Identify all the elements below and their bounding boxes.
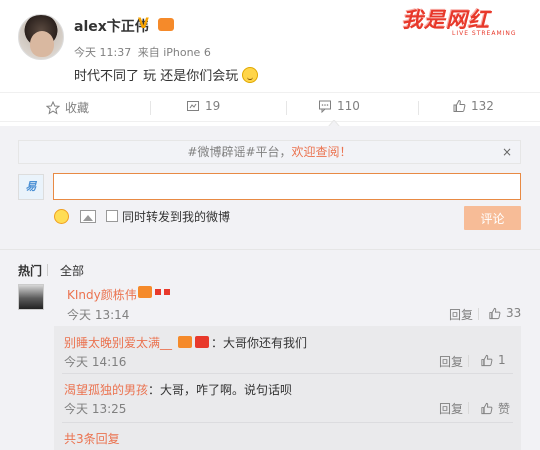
notice-close-icon[interactable]: × xyxy=(502,141,512,163)
action-divider xyxy=(286,101,287,115)
reply-text: ：大哥你还有我们 xyxy=(211,336,308,350)
comment-like-count: 33 xyxy=(506,306,522,320)
like-count: 132 xyxy=(471,99,494,113)
repost-button[interactable]: 19 xyxy=(186,99,220,113)
reply-time: 今天 13:25 xyxy=(64,402,127,416)
commenter-name[interactable]: KIndy颜栋伟 xyxy=(67,286,137,303)
reply-time: 今天 14:16 xyxy=(64,355,127,369)
more-replies-link[interactable]: 共3条回复 xyxy=(64,430,120,447)
member-crown-icon xyxy=(158,18,174,31)
comments-panel: #微博辟谣#平台，欢迎查阅！ × 易 同时转发到我的微博 评论 热门 全部 KI… xyxy=(0,126,540,450)
watermark-subtitle: LIVE STREAMING xyxy=(452,30,517,37)
reply-like-button[interactable]: 1 xyxy=(480,353,506,367)
reply-like-count: 1 xyxy=(498,353,506,367)
thumbs-up-icon xyxy=(481,402,493,415)
favorite-label: 收藏 xyxy=(65,101,90,115)
reply-divider xyxy=(62,373,513,374)
comment-like-button[interactable]: 33 xyxy=(488,306,521,320)
member-crown-icon xyxy=(178,336,192,348)
reply-link[interactable]: 回复 xyxy=(449,306,473,323)
repost-count: 19 xyxy=(205,99,221,113)
thumbs-up-icon xyxy=(453,99,466,112)
my-avatar[interactable]: 易 xyxy=(18,174,44,200)
weibo-post: alex卞正伟 V 我是网红 LIVE STREAMING 今天 11:37 来… xyxy=(0,0,540,88)
action-divider xyxy=(418,101,419,115)
section-divider xyxy=(0,249,540,250)
like-button[interactable]: 132 xyxy=(452,99,494,113)
author-avatar[interactable] xyxy=(18,14,64,60)
post-content: 时代不同了 玩 还是你们会玩 xyxy=(74,69,239,84)
member-crown-icon xyxy=(138,286,152,298)
sort-divider xyxy=(47,264,48,276)
reply-like-divider xyxy=(468,402,469,414)
sort-tab-all[interactable]: 全部 xyxy=(60,262,84,279)
reply-like-count: 赞 xyxy=(498,402,511,416)
post-time[interactable]: 今天 11:37 xyxy=(74,46,131,59)
repost-icon xyxy=(187,101,199,111)
red-badge-icon xyxy=(164,289,170,295)
reply-author[interactable]: 别睡太晚别爱太满__ xyxy=(64,334,172,351)
insert-image-icon[interactable] xyxy=(80,210,96,223)
reply-like-button[interactable]: 赞 xyxy=(480,400,510,417)
commenter-avatar[interactable] xyxy=(18,284,44,310)
notice-link[interactable]: 欢迎查阅！ xyxy=(292,145,352,159)
thumbs-up-icon xyxy=(481,354,493,366)
comment-input[interactable] xyxy=(53,173,521,200)
comment-icon xyxy=(319,100,331,113)
reply-link[interactable]: 回复 xyxy=(439,400,463,417)
post-action-bar: 收藏 19 110 132 xyxy=(0,92,540,122)
reply-text: ：大哥，咋了啊。说句话呗 xyxy=(148,383,293,397)
comment-time: 今天 13:14 xyxy=(67,308,130,322)
reply-link[interactable]: 回复 xyxy=(439,353,463,370)
notice-text: #微博辟谣#平台， xyxy=(187,145,292,159)
reply-divider xyxy=(62,422,513,423)
reply-thread: 别睡太晚别爱太满__ ：大哥你还有我们 今天 14:16 回复 1 渴望孤独的男… xyxy=(54,326,521,450)
red-badge-icon xyxy=(155,289,161,295)
post-source[interactable]: 来自 iPhone 6 xyxy=(138,46,211,59)
sort-tab-hot[interactable]: 热门 xyxy=(18,262,42,279)
commenter-badges xyxy=(138,286,170,298)
thumbs-up-icon xyxy=(489,307,501,319)
smile-emoji-icon xyxy=(242,67,259,83)
emoji-picker-icon[interactable] xyxy=(54,209,69,224)
post-meta: 今天 11:37 来自 iPhone 6 xyxy=(74,44,211,60)
comment-button[interactable]: 110 xyxy=(318,99,360,113)
red-envelope-icon xyxy=(195,336,209,348)
comment-count: 110 xyxy=(337,99,360,113)
post-text: 时代不同了 玩 还是你们会玩 xyxy=(74,65,259,84)
repost-checkbox[interactable] xyxy=(106,210,118,222)
favorite-button[interactable]: 收藏 xyxy=(46,99,89,116)
star-icon xyxy=(46,100,60,114)
rumor-notice-bar: #微博辟谣#平台，欢迎查阅！ × xyxy=(18,140,521,164)
submit-comment-button[interactable]: 评论 xyxy=(464,206,521,230)
repost-checkbox-label[interactable]: 同时转发到我的微博 xyxy=(122,208,230,225)
reply-like-divider xyxy=(468,355,469,367)
action-divider xyxy=(150,101,151,115)
verified-badge-icon: V xyxy=(138,16,149,32)
reply-like-divider xyxy=(478,308,479,320)
reply-author[interactable]: 渴望孤独的男孩 xyxy=(64,381,148,398)
